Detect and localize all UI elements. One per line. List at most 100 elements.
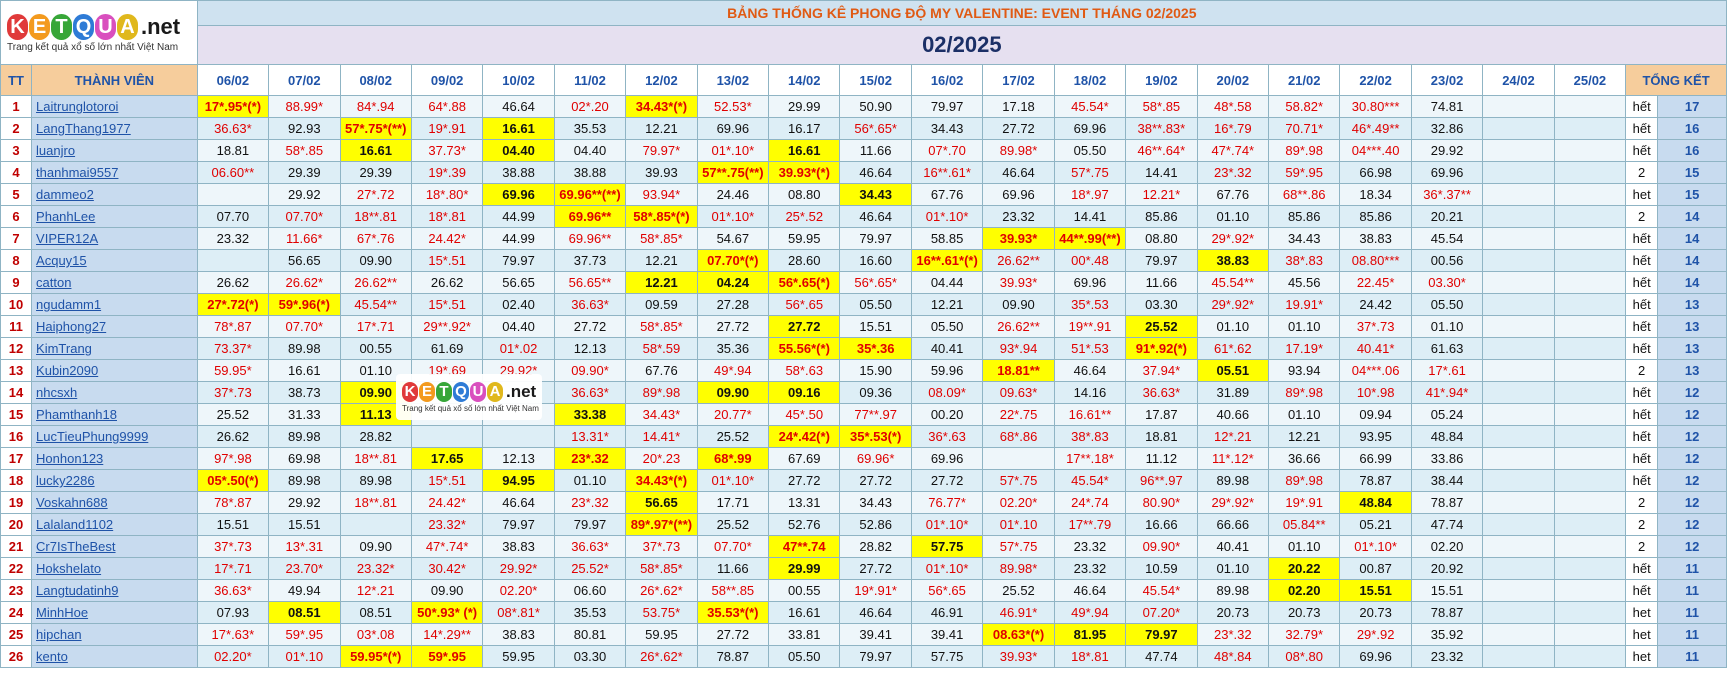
result-cell[interactable] — [1553, 293, 1627, 316]
result-cell[interactable]: 05.24 — [1410, 403, 1484, 426]
result-cell[interactable]: 69.98 — [268, 447, 341, 470]
result-cell[interactable]: 45.54* — [1053, 469, 1127, 492]
result-cell[interactable]: 59.95*(*) — [339, 645, 412, 668]
result-cell[interactable]: 13.31* — [553, 425, 627, 448]
result-cell[interactable]: 16.61 — [339, 139, 412, 162]
result-cell[interactable] — [1482, 447, 1555, 470]
result-cell[interactable]: 23*.32 — [553, 491, 627, 514]
status-cell[interactable]: hết — [1625, 557, 1659, 580]
member-link[interactable]: Laitrunglotoroi — [31, 95, 198, 118]
row-number[interactable]: 19 — [0, 491, 33, 514]
row-number[interactable]: 20 — [0, 513, 33, 536]
member-link[interactable]: luanjro — [31, 139, 198, 162]
header-date[interactable]: 15/02 — [839, 64, 912, 96]
status-cell[interactable]: hết — [1625, 425, 1659, 448]
header-date[interactable]: 25/02 — [1553, 64, 1627, 96]
member-link[interactable]: hipchan — [31, 623, 198, 646]
status-cell[interactable]: 2 — [1625, 205, 1659, 228]
result-cell[interactable]: 18**.81 — [339, 491, 412, 514]
result-cell[interactable]: 79.97 — [910, 95, 984, 118]
result-cell[interactable]: 46*.49** — [1339, 117, 1412, 140]
status-cell[interactable]: hết — [1625, 447, 1659, 470]
result-cell[interactable]: 10.59 — [1125, 557, 1198, 580]
result-cell[interactable]: 61.69 — [410, 337, 484, 360]
total-cell[interactable]: 11 — [1657, 557, 1727, 580]
result-cell[interactable]: 85.86 — [1125, 205, 1198, 228]
result-cell[interactable]: 89.98 — [268, 425, 341, 448]
result-cell[interactable]: 25.52 — [982, 579, 1055, 602]
result-cell[interactable]: 58*.59 — [625, 337, 698, 360]
result-cell[interactable] — [1553, 227, 1627, 250]
result-cell[interactable]: 67.69 — [768, 447, 841, 470]
result-cell[interactable]: 49*.94 — [696, 359, 770, 382]
row-number[interactable]: 4 — [0, 161, 33, 184]
result-cell[interactable]: 02.20* — [982, 491, 1055, 514]
member-link[interactable]: Honhon123 — [31, 447, 198, 470]
status-cell[interactable]: hết — [1625, 403, 1659, 426]
result-cell[interactable]: 27.72 — [910, 469, 984, 492]
total-cell[interactable]: 14 — [1657, 227, 1727, 250]
result-cell[interactable]: 15.51 — [1410, 579, 1484, 602]
result-cell[interactable]: 17.87 — [1125, 403, 1198, 426]
result-cell[interactable]: 01.10 — [1267, 403, 1341, 426]
header-date[interactable]: 20/02 — [1196, 64, 1270, 96]
result-cell[interactable]: 58*.85* — [625, 227, 698, 250]
result-cell[interactable]: 45.54* — [1053, 95, 1127, 118]
row-number[interactable]: 16 — [0, 425, 33, 448]
result-cell[interactable]: 29*.92 — [1339, 623, 1412, 646]
result-cell[interactable]: 08.80 — [1125, 227, 1198, 250]
status-cell[interactable]: 2 — [1625, 491, 1659, 514]
result-cell[interactable]: 20.92 — [1410, 557, 1484, 580]
result-cell[interactable]: 01*.10* — [910, 513, 984, 536]
row-number[interactable]: 2 — [0, 117, 33, 140]
result-cell[interactable]: 57*.75 — [982, 535, 1055, 558]
header-date[interactable]: 16/02 — [910, 64, 984, 96]
result-cell[interactable]: 07.70* — [268, 315, 341, 338]
result-cell[interactable]: 26.62 — [196, 425, 270, 448]
result-cell[interactable]: 08.51 — [339, 601, 412, 624]
result-cell[interactable]: 76.77* — [910, 491, 984, 514]
result-cell[interactable]: 15.51 — [196, 513, 270, 536]
result-cell[interactable]: 46.64 — [839, 601, 912, 624]
result-cell[interactable]: 93.94 — [1267, 359, 1341, 382]
result-cell[interactable]: 37.73* — [410, 139, 484, 162]
result-cell[interactable] — [1553, 183, 1627, 206]
result-cell[interactable]: 69.96* — [839, 447, 912, 470]
row-number[interactable]: 25 — [0, 623, 33, 646]
row-number[interactable]: 1 — [0, 95, 33, 118]
result-cell[interactable]: 04.24 — [696, 271, 770, 294]
result-cell[interactable]: 05.50 — [1053, 139, 1127, 162]
result-cell[interactable]: 40.66 — [1196, 403, 1270, 426]
result-cell[interactable]: 34.43 — [839, 183, 912, 206]
result-cell[interactable]: 64*.88 — [410, 95, 484, 118]
result-cell[interactable]: 33.38 — [553, 403, 627, 426]
result-cell[interactable]: 23.32 — [196, 227, 270, 250]
result-cell[interactable]: 27*.72 — [339, 183, 412, 206]
result-cell[interactable]: 00.55 — [768, 579, 841, 602]
result-cell[interactable]: 69.96** — [553, 227, 627, 250]
header-date[interactable]: 14/02 — [768, 64, 841, 96]
result-cell[interactable]: 34.43*(*) — [625, 95, 698, 118]
result-cell[interactable]: 03.30* — [1410, 271, 1484, 294]
result-cell[interactable]: 10*.98 — [1339, 381, 1412, 404]
result-cell[interactable]: 78.87 — [1410, 491, 1484, 514]
result-cell[interactable] — [1482, 183, 1555, 206]
result-cell[interactable]: 07.70*(*) — [696, 249, 770, 272]
result-cell[interactable]: 45.54* — [1125, 579, 1198, 602]
result-cell[interactable] — [1482, 601, 1555, 624]
result-cell[interactable]: 38.83 — [482, 535, 555, 558]
result-cell[interactable]: 28.60 — [768, 249, 841, 272]
status-cell[interactable]: hết — [1625, 381, 1659, 404]
result-cell[interactable]: 02.20 — [1267, 579, 1341, 602]
result-cell[interactable]: 49.94 — [268, 579, 341, 602]
result-cell[interactable]: 45.56 — [1267, 271, 1341, 294]
result-cell[interactable]: 27.72 — [839, 469, 912, 492]
result-cell[interactable]: 11.66 — [696, 557, 770, 580]
result-cell[interactable]: 66.66 — [1196, 513, 1270, 536]
result-cell[interactable]: 57**.75(**) — [696, 161, 770, 184]
result-cell[interactable]: 80.81 — [553, 623, 627, 646]
result-cell[interactable]: 04***.40 — [1339, 139, 1412, 162]
result-cell[interactable]: 53.75* — [625, 601, 698, 624]
member-link[interactable]: kento — [31, 645, 198, 668]
result-cell[interactable]: 39.93*(*) — [768, 161, 841, 184]
